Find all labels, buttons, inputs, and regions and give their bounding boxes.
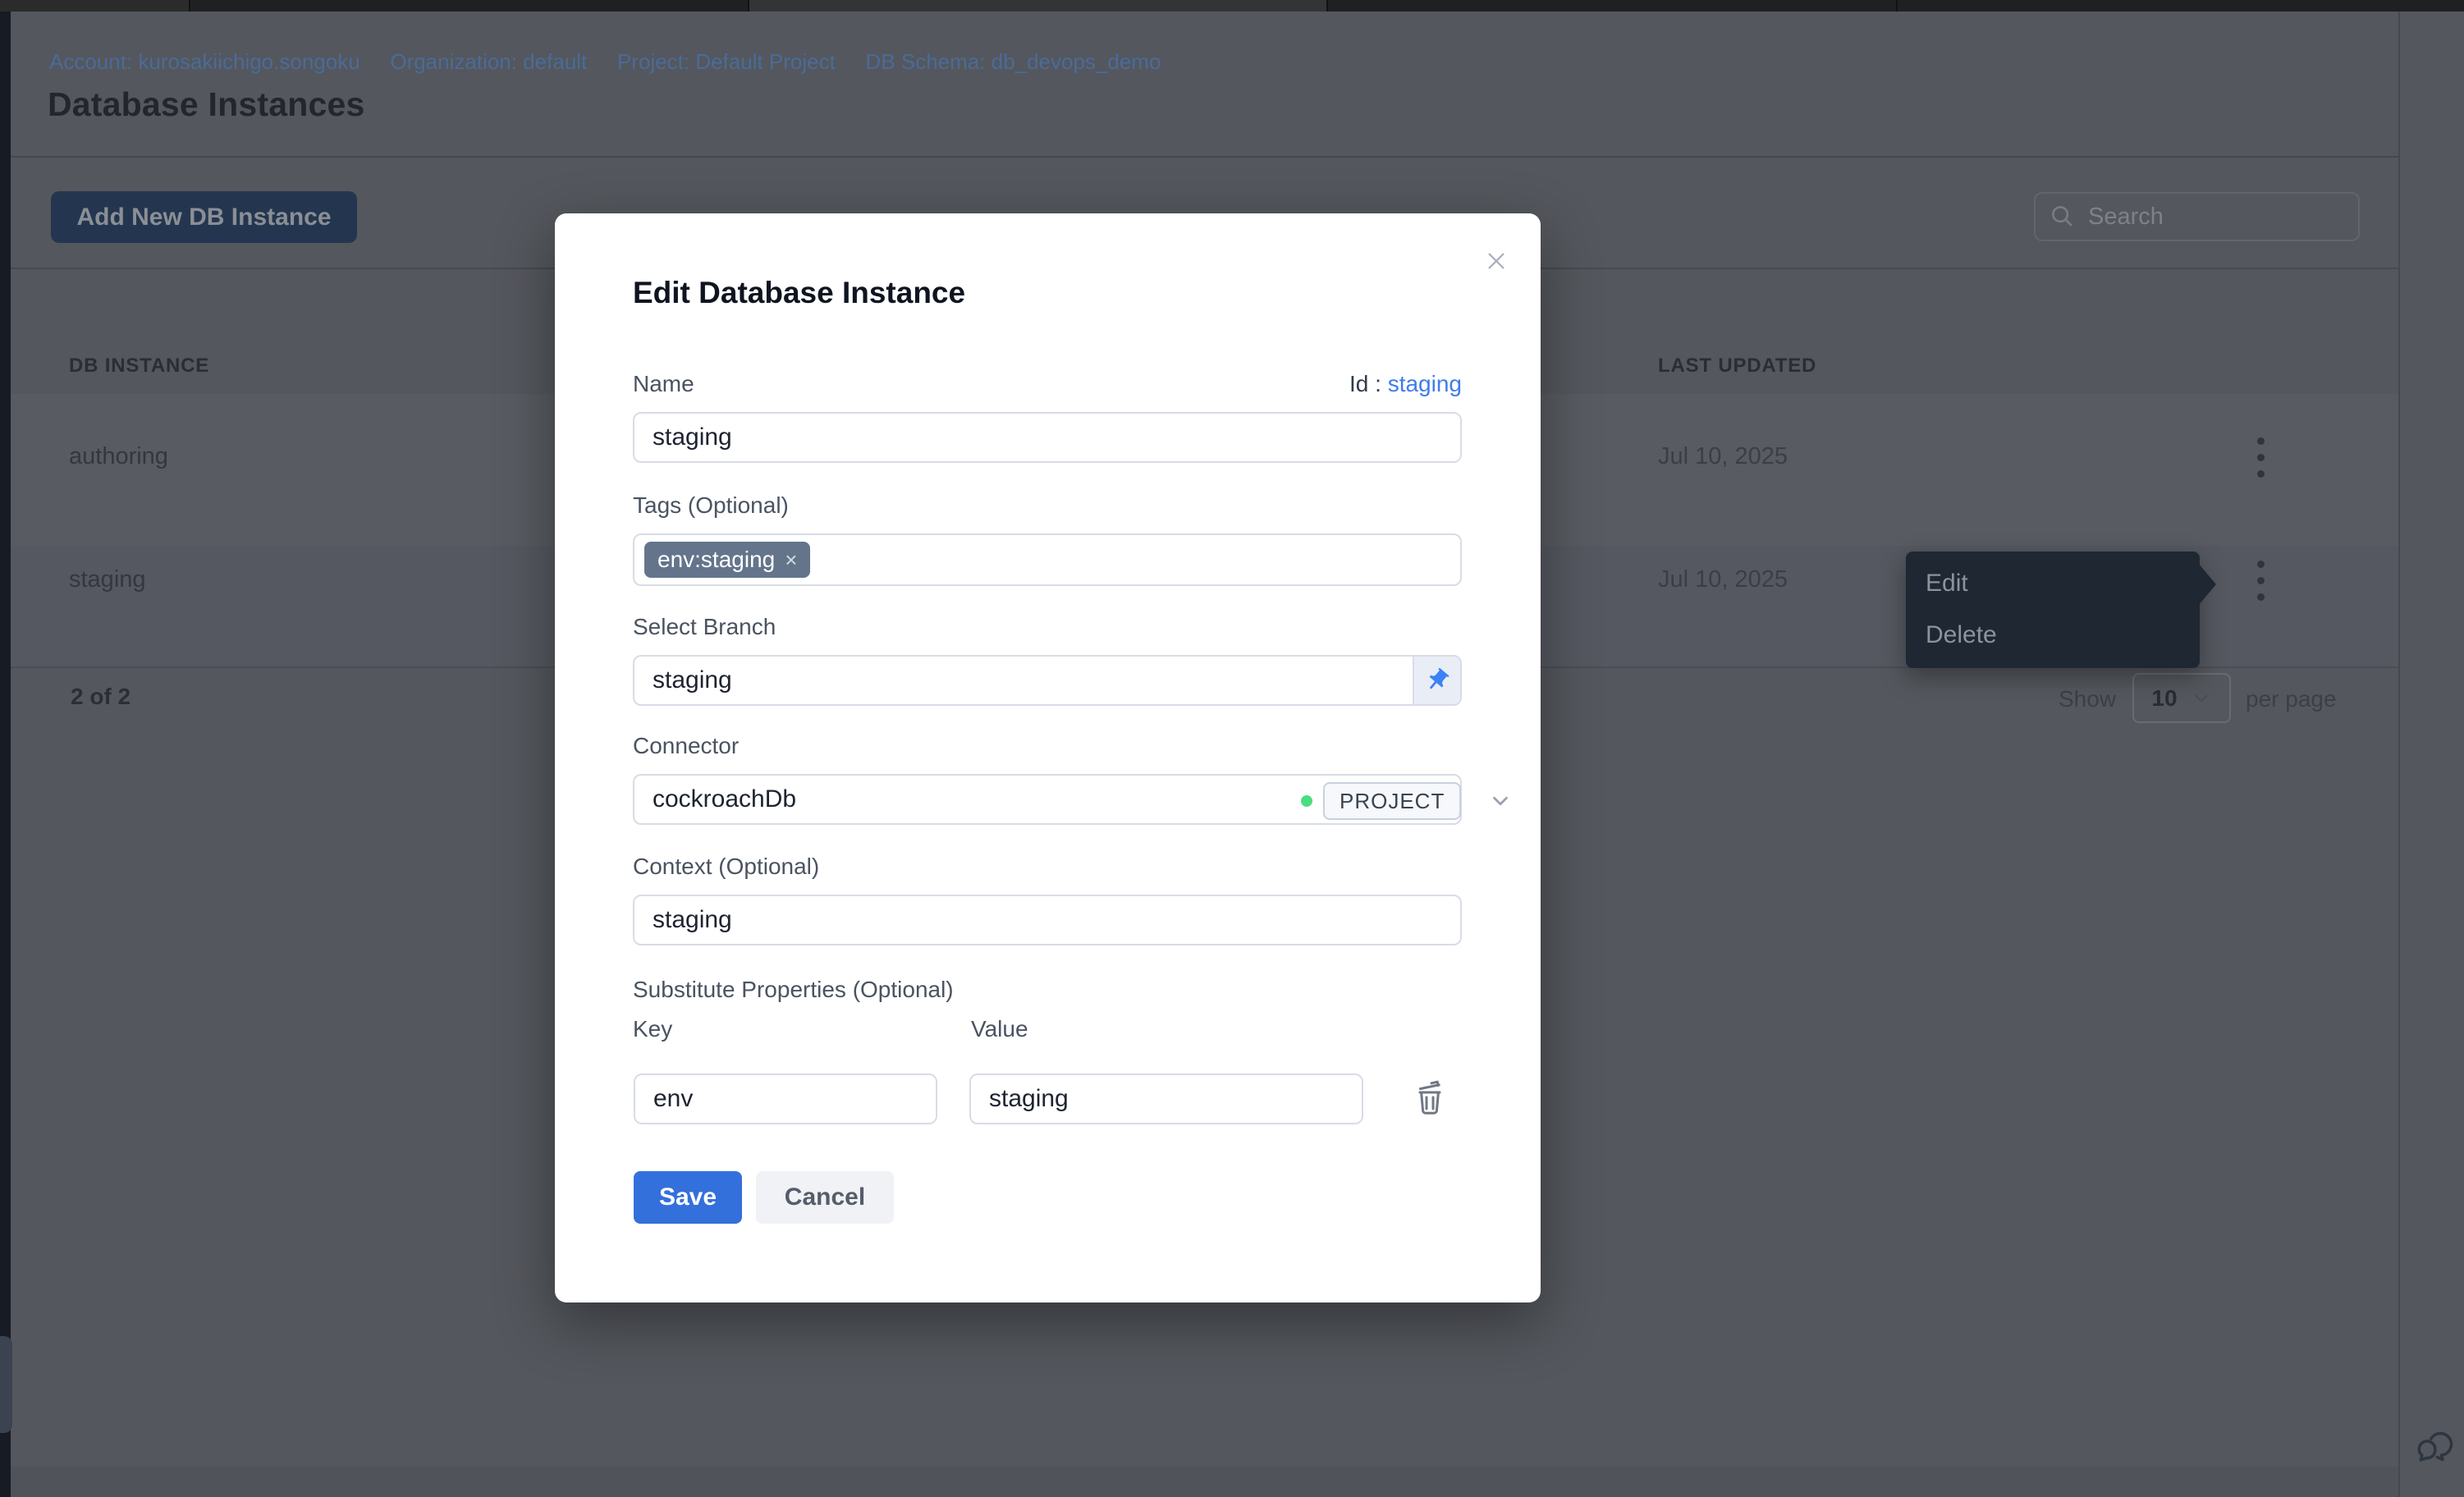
kebab-dot xyxy=(2257,470,2265,478)
page-title: Database Instances xyxy=(48,85,364,124)
chevron-down-icon xyxy=(1488,789,1513,813)
tab-segment-active xyxy=(749,0,1326,11)
pin-branch-button[interactable] xyxy=(1413,657,1460,704)
status-dot-green xyxy=(1301,795,1312,807)
search-input[interactable] xyxy=(2088,204,2318,231)
tab-separator xyxy=(1896,0,1898,11)
branch-value: staging xyxy=(634,666,1413,694)
context-input[interactable] xyxy=(633,895,1462,945)
row-name: staging xyxy=(69,566,146,593)
branch-input[interactable]: staging xyxy=(633,655,1462,706)
connector-select[interactable]: cockroachDb PROJECT xyxy=(633,774,1462,825)
name-input[interactable] xyxy=(633,412,1462,463)
browser-tab-strip xyxy=(0,0,2464,11)
modal-title: Edit Database Instance xyxy=(633,276,965,310)
page-size-value: 10 xyxy=(2151,685,2177,712)
save-button[interactable]: Save xyxy=(634,1171,742,1224)
tag-chip[interactable]: env:staging × xyxy=(644,542,810,578)
kebab-dot xyxy=(2257,593,2265,601)
branch-label: Select Branch xyxy=(633,614,776,640)
breadcrumb-separator: › xyxy=(847,49,854,75)
support-chat-icon[interactable] xyxy=(2411,1423,2459,1471)
edit-db-instance-modal: Edit Database Instance Name Id : staging… xyxy=(555,213,1541,1302)
tab-separator xyxy=(1326,0,1328,11)
connector-label: Connector xyxy=(633,733,739,759)
context-menu-pointer xyxy=(2198,563,2216,606)
context-label: Context (Optional) xyxy=(633,854,819,880)
column-header-db-instance: DB INSTANCE xyxy=(69,355,209,378)
row-last-updated: Jul 10, 2025 xyxy=(1658,566,1788,593)
tab-separator xyxy=(748,0,749,11)
tab-segment xyxy=(0,0,189,11)
substitute-properties-label: Substitute Properties (Optional) xyxy=(633,977,954,1003)
cancel-button[interactable]: Cancel xyxy=(756,1171,894,1224)
id-label: Id : xyxy=(1349,371,1381,396)
page-size-select[interactable]: 10 xyxy=(2132,673,2231,723)
breadcrumb-separator: › xyxy=(372,49,379,75)
header-divider xyxy=(11,156,2398,158)
column-header-last-updated: LAST UPDATED xyxy=(1658,355,1816,378)
context-menu-delete[interactable]: Delete xyxy=(1926,621,1997,649)
context-menu-edit[interactable]: Edit xyxy=(1926,570,1968,597)
left-edge-strip xyxy=(0,11,11,1497)
tab-segment xyxy=(190,0,748,11)
delete-substitute-row-button[interactable] xyxy=(1408,1077,1451,1119)
tag-chip-text: env:staging xyxy=(657,547,775,573)
row-count-label: 2 of 2 xyxy=(71,684,131,710)
name-label: Name xyxy=(633,371,694,397)
bottom-band xyxy=(11,1467,2398,1497)
drawer-handle[interactable] xyxy=(0,1336,12,1433)
row-last-updated: Jul 10, 2025 xyxy=(1658,443,1788,470)
breadcrumb-organization[interactable]: Organization: default xyxy=(390,49,587,75)
row-actions-kebab-icon[interactable] xyxy=(2249,431,2272,483)
substitute-key-input[interactable] xyxy=(634,1074,937,1124)
kebab-dot xyxy=(2257,577,2265,584)
search-icon xyxy=(2049,203,2077,231)
row-context-menu: Edit Delete xyxy=(1906,552,2200,668)
row-name: authoring xyxy=(69,443,168,470)
tags-input[interactable]: env:staging × xyxy=(633,533,1462,586)
close-icon[interactable] xyxy=(1479,245,1514,279)
tab-segment xyxy=(1898,0,2464,11)
kebab-dot xyxy=(2257,437,2265,445)
kebab-dot xyxy=(2257,454,2265,461)
breadcrumb-separator: › xyxy=(598,49,606,75)
connector-value: cockroachDb xyxy=(634,785,796,813)
substitute-value-input[interactable] xyxy=(969,1074,1363,1124)
add-db-instance-button[interactable]: Add New DB Instance xyxy=(51,191,357,243)
scope-badge: PROJECT xyxy=(1323,782,1461,820)
tag-remove-icon[interactable]: × xyxy=(785,547,797,573)
right-gutter-line xyxy=(2398,11,2400,1497)
breadcrumb-db-schema[interactable]: DB Schema: db_devops_demo xyxy=(866,49,1161,75)
trash-icon xyxy=(1410,1078,1450,1117)
screen: Account: kurosakiichigo.songoku › Organi… xyxy=(0,0,2464,1497)
per-page-label: per page xyxy=(2246,686,2337,712)
value-label: Value xyxy=(971,1016,1028,1042)
breadcrumb: Account: kurosakiichigo.songoku › Organi… xyxy=(49,49,1161,75)
id-value-link[interactable]: staging xyxy=(1388,371,1462,396)
tab-segment xyxy=(1328,0,1896,11)
breadcrumb-account[interactable]: Account: kurosakiichigo.songoku xyxy=(49,49,360,75)
search-box[interactable] xyxy=(2034,192,2360,241)
kebab-dot xyxy=(2257,561,2265,568)
pushpin-icon xyxy=(1423,666,1451,694)
tags-label: Tags (Optional) xyxy=(633,492,789,519)
tab-separator xyxy=(189,0,190,11)
key-label: Key xyxy=(633,1016,672,1042)
row-actions-kebab-icon[interactable] xyxy=(2249,554,2272,607)
chevron-down-icon xyxy=(2191,688,2212,709)
instance-id: Id : staging xyxy=(1349,371,1462,397)
show-label: Show xyxy=(2059,686,2116,712)
breadcrumb-project[interactable]: Project: Default Project xyxy=(617,49,836,75)
